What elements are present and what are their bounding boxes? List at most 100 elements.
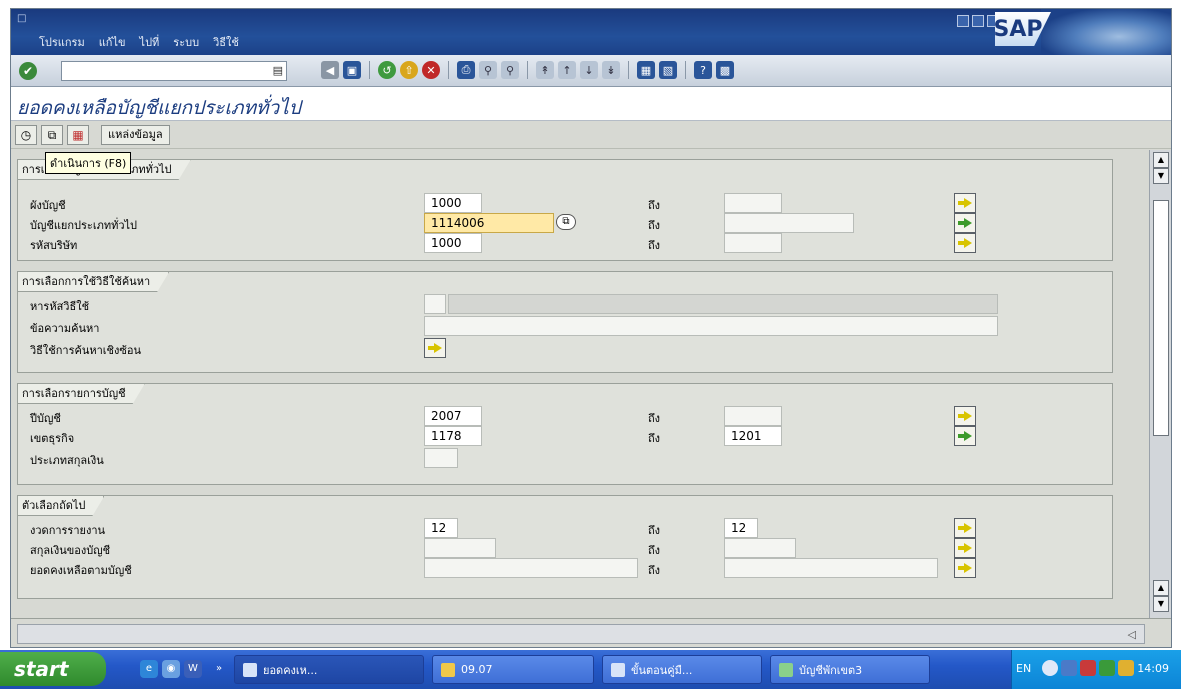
task-folder[interactable]: 09.07 xyxy=(432,655,594,684)
main-menu: โปรแกรม แก้ไข ไปที่ ระบบ วิธีใช้ xyxy=(39,33,239,51)
menu-goto[interactable]: ไปที่ xyxy=(140,33,160,51)
menu-edit[interactable]: แก้ไข xyxy=(99,33,126,51)
layout-menu-icon[interactable]: ▩ xyxy=(716,61,734,79)
search-help-description xyxy=(448,294,998,314)
print-icon[interactable]: ⎙ xyxy=(457,61,475,79)
multiple-selection-button[interactable] xyxy=(954,406,976,426)
tray-app-icon[interactable] xyxy=(1118,660,1134,676)
currency-type-field[interactable] xyxy=(424,448,458,468)
chart-of-accounts-from[interactable]: 1000 xyxy=(424,193,482,213)
arrow-right-icon xyxy=(958,523,972,533)
multiple-selection-button[interactable] xyxy=(954,193,976,213)
menu-program[interactable]: โปรแกรม xyxy=(39,33,85,51)
help-icon[interactable]: ? xyxy=(694,61,712,79)
scrollbar-thumb[interactable] xyxy=(1153,200,1169,436)
menu-system[interactable]: ระบบ xyxy=(173,33,199,51)
company-code-to[interactable] xyxy=(724,233,782,253)
balance-by-account-to[interactable] xyxy=(724,558,938,578)
company-code-from[interactable]: 1000 xyxy=(424,233,482,253)
back-icon[interactable]: ↺ xyxy=(378,61,396,79)
command-field[interactable]: ▤ xyxy=(61,61,287,81)
field-label: ผังบัญชี xyxy=(30,199,66,212)
last-page-icon[interactable]: ↡ xyxy=(602,61,620,79)
account-currency-to[interactable] xyxy=(724,538,796,558)
balance-by-account-from[interactable] xyxy=(424,558,638,578)
shortcut-icon[interactable]: ▧ xyxy=(659,61,677,79)
arrow-right-icon xyxy=(958,198,972,208)
fiscal-year-to[interactable] xyxy=(724,406,782,426)
find-icon[interactable]: ⚲ xyxy=(479,61,497,79)
row-reporting-period: งวดการรายงาน 12 ถึง 12 xyxy=(18,518,1112,538)
multiple-selection-button[interactable] xyxy=(954,518,976,538)
enter-check-icon[interactable]: ✔ xyxy=(19,62,37,80)
task-word-manual[interactable]: ขั้นตอนคู่มื... xyxy=(602,655,762,684)
language-indicator[interactable]: EN xyxy=(1016,662,1031,675)
reporting-period-from[interactable]: 12 xyxy=(424,518,458,538)
maximize-icon[interactable] xyxy=(972,15,984,27)
business-area-to[interactable]: 1201 xyxy=(724,426,782,446)
system-menu-icon[interactable]: □ xyxy=(17,13,26,24)
command-input[interactable] xyxy=(62,62,262,80)
reporting-period-to[interactable]: 12 xyxy=(724,518,758,538)
task-sap-window[interactable]: ยอดคงเห... xyxy=(234,655,424,684)
screen-title-bar: ยอดคงเหลือบัญชีแยกประเภททั่วไป xyxy=(11,87,1171,121)
folder-icon xyxy=(441,662,455,677)
field-label: ข้อความค้นหา xyxy=(30,322,100,335)
command-history-icon[interactable]: ▤ xyxy=(273,64,283,77)
data-source-button[interactable]: แหล่งข้อมูล xyxy=(101,125,170,145)
back-arrow-icon[interactable]: ◀ xyxy=(321,61,339,79)
next-page-icon[interactable]: ↓ xyxy=(580,61,598,79)
system-tray: EN 14:09 xyxy=(1011,650,1181,689)
quick-launch-icon[interactable]: ◉ xyxy=(162,660,180,678)
standard-toolbar: ✔ ▤ ◀ ▣ ↺ ⇧ ✕ ⎙ ⚲ ⚲ ↟ ↑ ↓ ↡ ▦ ▧ ? ▩ xyxy=(11,55,1171,87)
start-button[interactable]: start xyxy=(0,652,106,686)
internet-explorer-icon[interactable]: e xyxy=(140,660,158,678)
word-icon[interactable]: W xyxy=(184,660,202,678)
business-area-from[interactable]: 1178 xyxy=(424,426,482,446)
arrow-right-icon xyxy=(958,563,972,573)
previous-page-icon[interactable]: ↑ xyxy=(558,61,576,79)
variant-button[interactable]: ⧉ xyxy=(41,125,63,145)
account-currency-from[interactable] xyxy=(424,538,496,558)
save-icon[interactable]: ▣ xyxy=(343,61,361,79)
network-icon[interactable] xyxy=(1061,660,1077,676)
menu-help[interactable]: วิธีใช้ xyxy=(213,33,239,51)
row-fiscal-year: ปีบัญชี 2007 ถึง xyxy=(18,406,1112,426)
multiple-selection-button[interactable] xyxy=(954,213,976,233)
execute-button[interactable]: ◷ xyxy=(15,125,37,145)
gl-account-from[interactable]: 1114006 xyxy=(424,213,554,233)
exit-icon[interactable]: ⇧ xyxy=(400,61,418,79)
field-label: ยอดคงเหลือตามบัญชี xyxy=(30,564,132,577)
multiple-selection-button[interactable] xyxy=(954,233,976,253)
search-string-field[interactable] xyxy=(424,316,998,336)
gl-account-to[interactable] xyxy=(724,213,854,233)
scroll-up-icon[interactable]: ▲ xyxy=(1153,152,1169,168)
complex-search-help-button[interactable] xyxy=(424,338,446,358)
selection-screen: การเลือกบัญชีแยกประเภททั่วไป ผังบัญชี 10… xyxy=(11,150,1149,618)
search-help-icon[interactable]: ⧉ xyxy=(556,214,576,230)
minimize-icon[interactable] xyxy=(957,15,969,27)
task-excel[interactable]: บัญชีพักเขต3 xyxy=(770,655,930,684)
selection-options-button[interactable]: ▦ xyxy=(67,125,89,145)
multiple-selection-button[interactable] xyxy=(954,426,976,446)
scroll-down-icon[interactable]: ▼ xyxy=(1153,596,1169,612)
cancel-icon[interactable]: ✕ xyxy=(422,61,440,79)
arrow-right-icon xyxy=(428,343,442,353)
multiple-selection-button[interactable] xyxy=(954,538,976,558)
status-toggle-icon[interactable]: ◁ xyxy=(1128,628,1136,641)
fiscal-year-from[interactable]: 2007 xyxy=(424,406,482,426)
chart-of-accounts-to[interactable] xyxy=(724,193,782,213)
tray-arrow-icon[interactable] xyxy=(1042,660,1058,676)
scroll-up-icon[interactable]: ▲ xyxy=(1153,580,1169,596)
tray-app-icon[interactable] xyxy=(1099,660,1115,676)
find-next-icon[interactable]: ⚲ xyxy=(501,61,519,79)
windows-taskbar: start e ◉ W » ยอดคงเห... 09.07 ขั้นตอนคู… xyxy=(0,650,1181,689)
multiple-selection-button[interactable] xyxy=(954,558,976,578)
new-session-icon[interactable]: ▦ xyxy=(637,61,655,79)
volume-icon[interactable] xyxy=(1080,660,1096,676)
more-quick-launch-icon[interactable]: » xyxy=(210,660,228,678)
vertical-scrollbar[interactable]: ▲ ▼ ▲ ▼ xyxy=(1149,150,1171,618)
search-help-id-field[interactable] xyxy=(424,294,446,314)
scroll-down-icon[interactable]: ▼ xyxy=(1153,168,1169,184)
first-page-icon[interactable]: ↟ xyxy=(536,61,554,79)
